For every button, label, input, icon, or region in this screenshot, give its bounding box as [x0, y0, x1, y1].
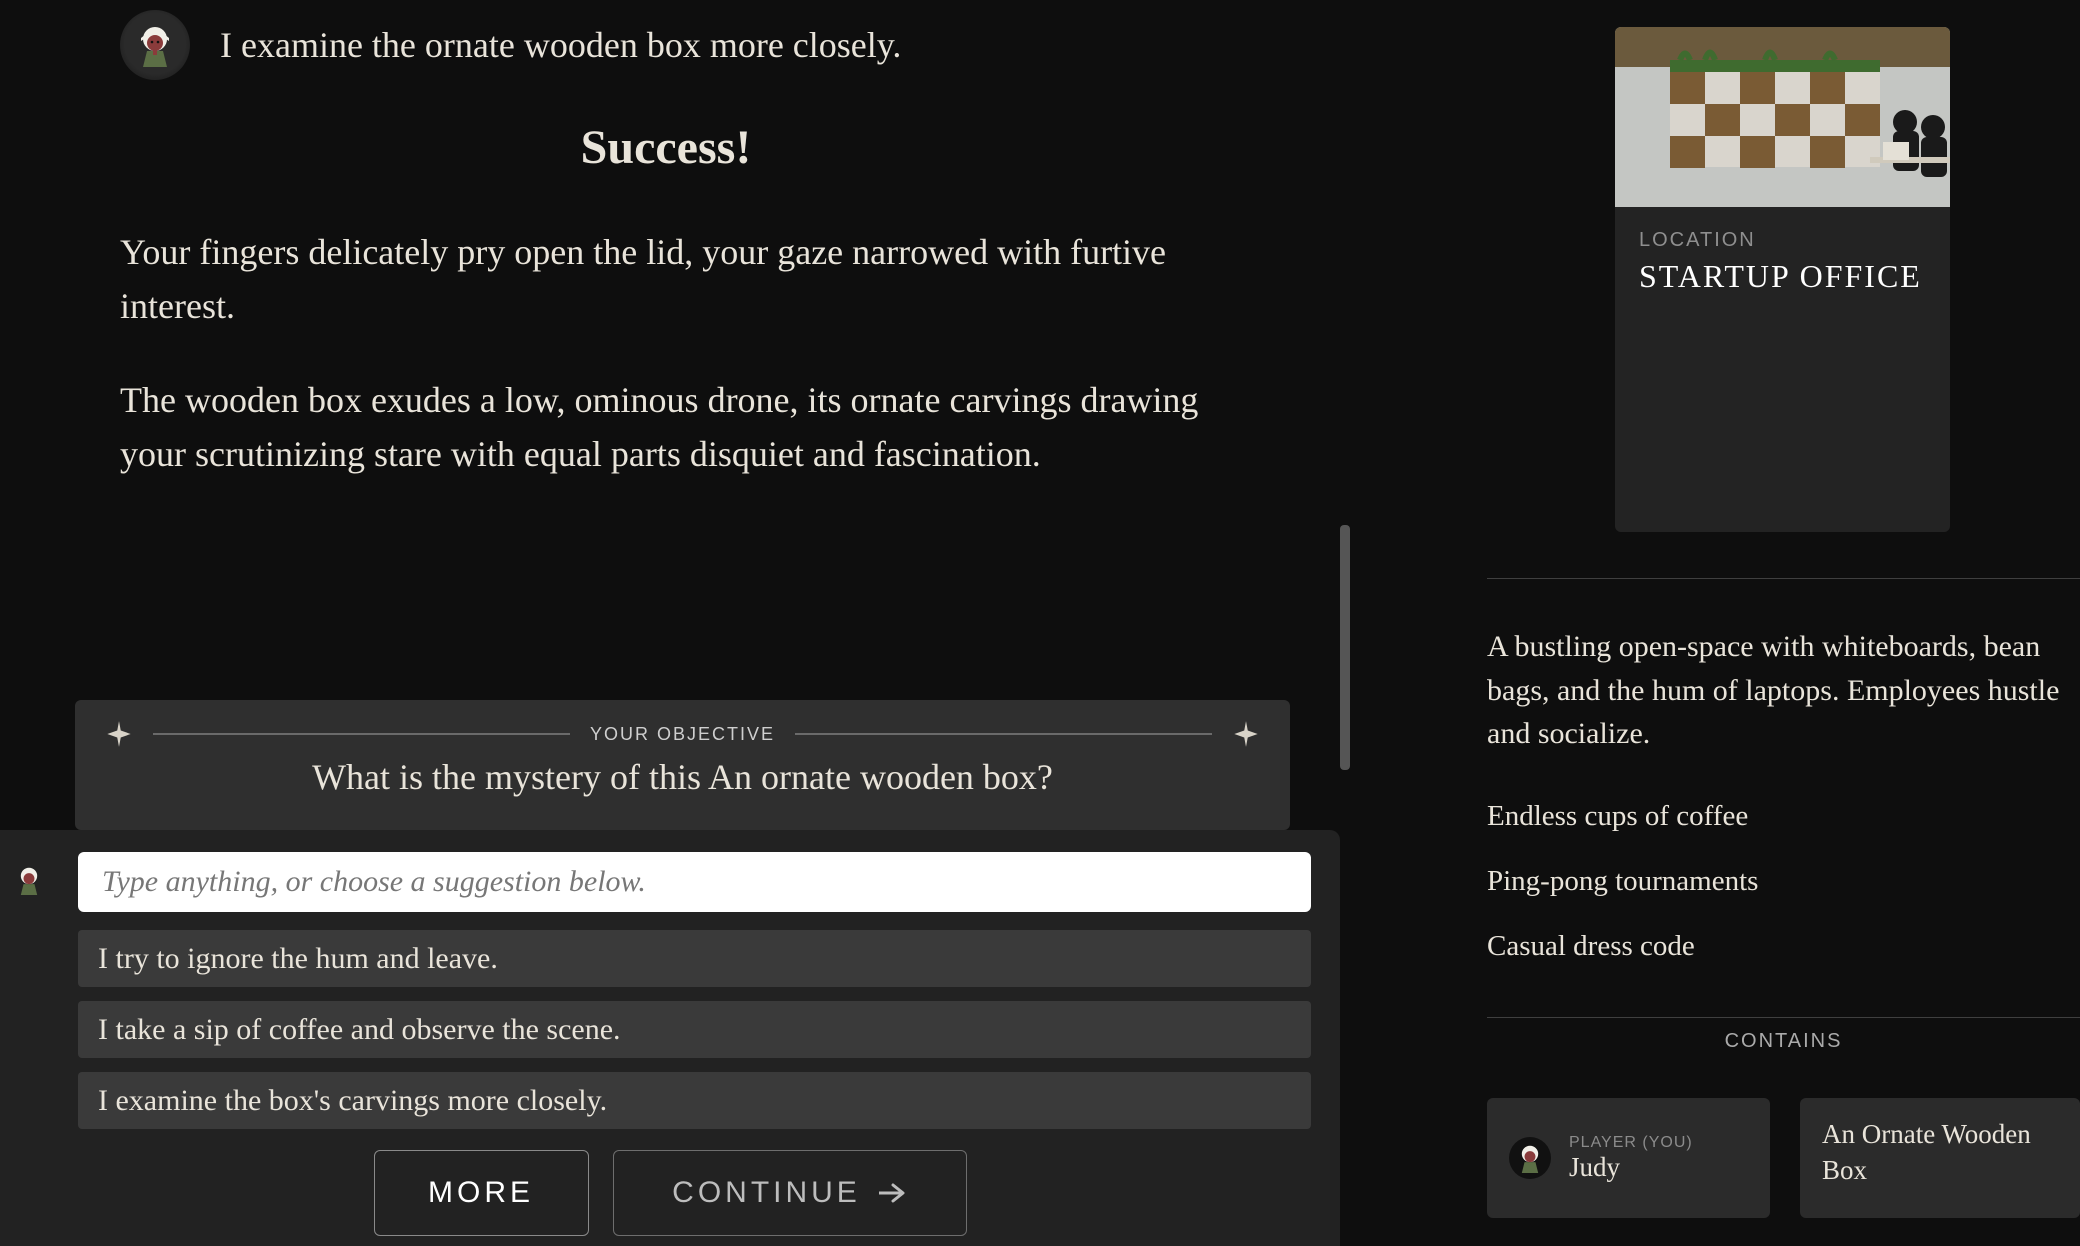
objective-label: YOUR OBJECTIVE — [590, 724, 775, 745]
avatar-icon — [133, 23, 177, 67]
objective-text: What is the mystery of this An ornate wo… — [105, 756, 1260, 798]
divider-line — [795, 733, 1212, 735]
location-description: A bustling open-space with whiteboards, … — [1487, 625, 2080, 756]
more-button[interactable]: MORE — [374, 1150, 589, 1236]
contains-item-card[interactable]: An Ornate Wooden Box — [1800, 1098, 2080, 1218]
player-action-row: I examine the ornate wooden box more clo… — [120, 10, 1332, 80]
action-input[interactable] — [78, 852, 1311, 912]
continue-button-label: CONTINUE — [672, 1176, 861, 1210]
input-avatar — [14, 865, 44, 895]
location-card[interactable]: LOCATION STARTUP OFFICE — [1615, 27, 1950, 532]
side-column: LOCATION STARTUP OFFICE A bustling open-… — [1480, 0, 2080, 1246]
story-scrollbar[interactable] — [1340, 525, 1350, 770]
player-name: Judy — [1569, 1152, 1693, 1183]
sparkle-icon — [1232, 720, 1260, 748]
player-meta: PLAYER (YOU) Judy — [1569, 1134, 1693, 1183]
narration-paragraph-2: The wooden box exudes a low, ominous dro… — [120, 373, 1212, 481]
item-name: An Ornate Wooden Box — [1822, 1116, 2058, 1189]
location-image — [1615, 27, 1950, 207]
objective-header: YOUR OBJECTIVE — [105, 720, 1260, 748]
continue-button[interactable]: CONTINUE — [613, 1150, 967, 1236]
divider-line — [153, 733, 570, 735]
location-name: STARTUP OFFICE — [1639, 258, 1926, 295]
avatar-icon — [14, 865, 44, 895]
player-avatar-small — [1509, 1137, 1551, 1179]
office-illustration — [1615, 27, 1950, 207]
suggestion-3[interactable]: I examine the box's carvings more closel… — [78, 1072, 1311, 1129]
arrow-right-icon — [879, 1183, 907, 1203]
button-row: MORE CONTINUE — [0, 1150, 1340, 1236]
suggestion-2[interactable]: I take a sip of coffee and observe the s… — [78, 1001, 1311, 1058]
story-history: I examine the ornate wooden box more clo… — [0, 0, 1350, 816]
main-column: I examine the ornate wooden box more clo… — [0, 0, 1350, 1246]
player-action-text: I examine the ornate wooden box more clo… — [220, 24, 901, 66]
location-bullet-1: Endless cups of coffee — [1487, 800, 2080, 833]
avatar-icon — [1515, 1143, 1545, 1173]
result-heading: Success! — [0, 120, 1332, 175]
player-avatar — [120, 10, 190, 80]
location-bullet-3: Casual dress code — [1487, 930, 2080, 963]
objective-panel: YOUR OBJECTIVE What is the mystery of th… — [75, 700, 1290, 830]
narration-paragraph-1: Your fingers delicately pry open the lid… — [120, 225, 1212, 333]
player-tag: PLAYER (YOU) — [1569, 1134, 1693, 1152]
divider — [1487, 578, 2080, 579]
divider — [1487, 1017, 2080, 1018]
contains-label: CONTAINS — [1487, 1030, 2080, 1053]
sparkle-icon — [105, 720, 133, 748]
suggestion-1[interactable]: I try to ignore the hum and leave. — [78, 930, 1311, 987]
location-label: LOCATION — [1639, 229, 1950, 252]
location-bullet-2: Ping-pong tournaments — [1487, 865, 2080, 898]
contains-player-card[interactable]: PLAYER (YOU) Judy — [1487, 1098, 1770, 1218]
